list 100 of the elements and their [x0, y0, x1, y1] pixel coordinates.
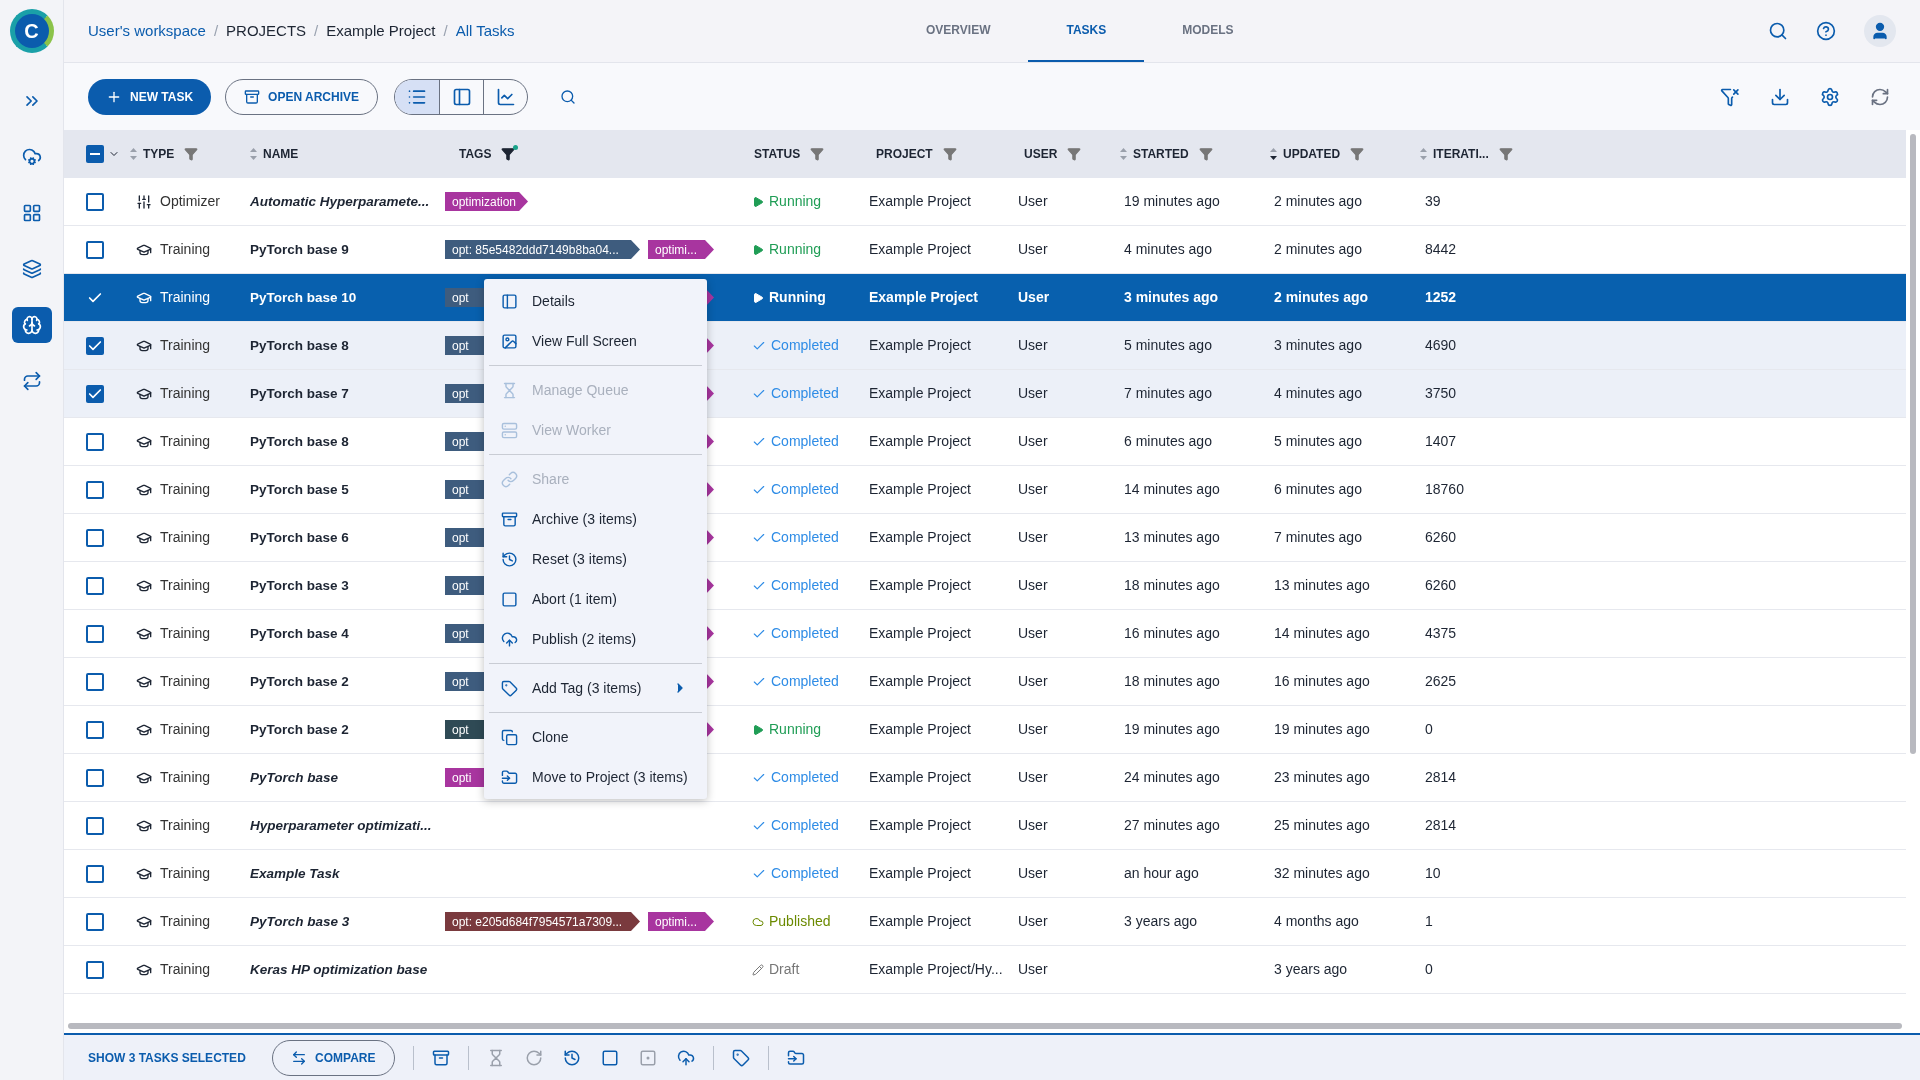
- menu-item[interactable]: Clone: [489, 717, 702, 757]
- settings-icon[interactable]: [1820, 86, 1840, 107]
- search-icon[interactable]: [560, 88, 576, 105]
- breadcrumb-separator: /: [443, 20, 448, 41]
- nav-tab[interactable]: MODELS: [1144, 0, 1272, 62]
- select-all-checkbox[interactable]: [86, 145, 104, 163]
- row-checkbox[interactable]: [86, 480, 104, 499]
- breadcrumb-separator: /: [314, 20, 319, 41]
- project-text: Example Project: [869, 673, 971, 689]
- row-checkbox[interactable]: [86, 624, 104, 643]
- project-text: Example Project/Hy...: [869, 961, 1003, 977]
- horizontal-scrollbar[interactable]: [68, 1023, 1902, 1029]
- column-title: NAME: [263, 146, 299, 163]
- status-text: Running: [769, 240, 822, 259]
- image-icon: [501, 332, 518, 350]
- breadcrumb-item[interactable]: All Tasks: [455, 19, 515, 43]
- task-name: PyTorch base 6: [250, 529, 349, 545]
- row-checkbox[interactable]: [86, 384, 104, 403]
- row-checkbox[interactable]: [86, 336, 104, 355]
- refresh-icon[interactable]: [1870, 86, 1890, 107]
- menu-item[interactable]: Details: [489, 281, 702, 321]
- started-time: 16 minutes ago: [1124, 625, 1220, 641]
- column-header[interactable]: TAGS: [445, 145, 740, 163]
- list-view-button[interactable]: [395, 79, 439, 114]
- search-icon[interactable]: [1768, 21, 1788, 41]
- column-header[interactable]: STATUS: [740, 145, 862, 163]
- selection-count[interactable]: SHOW 3 TASKS SELECTED: [88, 1048, 246, 1067]
- type-text: Training: [160, 480, 211, 499]
- tag-chip[interactable]: opt: 85e5482ddd7149b8ba04...: [445, 240, 640, 259]
- updated-time: 25 minutes ago: [1274, 817, 1370, 833]
- breadcrumb-item[interactable]: PROJECTS: [226, 19, 307, 43]
- iterations-count: 4690: [1425, 337, 1457, 353]
- row-checkbox[interactable]: [86, 528, 104, 547]
- user-text: User: [1018, 289, 1050, 305]
- started-time: 14 minutes ago: [1124, 481, 1220, 497]
- tag-chip[interactable]: opt: e205d684f7954571a7309...: [445, 912, 640, 931]
- task-name: PyTorch base 8: [250, 433, 349, 449]
- brain-nav-button[interactable]: [11, 307, 52, 343]
- menu-item[interactable]: View Full Screen: [489, 321, 702, 361]
- project-text: Example Project: [869, 481, 971, 497]
- breadcrumb-item[interactable]: User's workspace: [88, 19, 206, 43]
- user-text: User: [1018, 433, 1048, 449]
- status-text: Completed: [771, 816, 839, 835]
- type-text: Training: [160, 864, 211, 883]
- updated-time: 23 minutes ago: [1274, 769, 1370, 785]
- breadcrumb-item[interactable]: Example Project: [326, 19, 436, 43]
- server-icon: [501, 421, 518, 439]
- sort-icon[interactable]: [1270, 148, 1277, 160]
- iterations-count: 4375: [1425, 625, 1457, 641]
- column-title: UPDATED: [1283, 146, 1341, 163]
- menu-item[interactable]: Publish (2 items): [489, 619, 702, 659]
- panel-icon: [451, 86, 472, 107]
- row-checkbox[interactable]: [86, 720, 104, 739]
- user-text: User: [1018, 673, 1048, 689]
- user-text: User: [1018, 865, 1048, 881]
- row-checkbox[interactable]: [86, 192, 104, 211]
- tag-chip[interactable]: optimization: [445, 192, 529, 211]
- download-icon[interactable]: [1770, 86, 1790, 107]
- new-task-button[interactable]: NEW TASK: [88, 78, 212, 115]
- iterations-count: 2625: [1425, 673, 1457, 689]
- status-text: Running: [769, 192, 822, 211]
- updated-time: 2 minutes ago: [1274, 241, 1362, 257]
- started-time: 7 minutes ago: [1124, 385, 1212, 401]
- cloud-icon: [752, 915, 764, 928]
- row-checkbox[interactable]: [86, 576, 104, 595]
- row-checkbox[interactable]: [86, 960, 104, 979]
- type-text: Training: [160, 288, 211, 307]
- user-text: User: [1018, 577, 1048, 593]
- row-checkbox[interactable]: [86, 816, 104, 835]
- user-avatar[interactable]: [1864, 15, 1896, 47]
- type-text: Training: [160, 528, 211, 547]
- column-header[interactable]: UPDATED: [1270, 145, 1420, 163]
- filter-icon[interactable]: [501, 147, 516, 161]
- logo[interactable]: C: [9, 9, 54, 53]
- column-header[interactable]: PROJECT: [862, 145, 1010, 163]
- column-header[interactable]: NAME: [250, 145, 445, 163]
- row-checkbox[interactable]: [86, 672, 104, 691]
- iterations-count: 1407: [1425, 433, 1457, 449]
- updated-time: 6 minutes ago: [1274, 481, 1362, 497]
- tag-chip[interactable]: optimi...: [648, 912, 714, 931]
- status-text: Published: [769, 912, 831, 931]
- row-checkbox[interactable]: [86, 864, 104, 883]
- started-time: 13 minutes ago: [1124, 529, 1220, 545]
- nav-tab[interactable]: OVERVIEW: [888, 0, 1029, 62]
- row-checkbox[interactable]: [86, 912, 104, 931]
- status-text: Completed: [771, 672, 839, 691]
- cloud-upload-icon: [501, 630, 518, 648]
- row-checkbox[interactable]: [86, 240, 104, 259]
- menu-item[interactable]: Add Tag (3 items): [489, 668, 702, 708]
- task-name: Example Task: [250, 865, 340, 881]
- user-text: User: [1018, 721, 1048, 737]
- column-header[interactable]: USER: [1010, 145, 1120, 163]
- row-checkbox[interactable]: [86, 768, 104, 787]
- help-icon[interactable]: [1816, 21, 1836, 41]
- clear-filter-icon[interactable]: [1720, 86, 1740, 107]
- started-time: 5 minutes ago: [1124, 337, 1212, 353]
- task-name: Keras HP optimization base: [250, 961, 428, 977]
- vertical-scrollbar[interactable]: [1910, 134, 1916, 754]
- tag-chip[interactable]: optimi...: [648, 240, 714, 259]
- row-checkbox[interactable]: [86, 432, 104, 451]
